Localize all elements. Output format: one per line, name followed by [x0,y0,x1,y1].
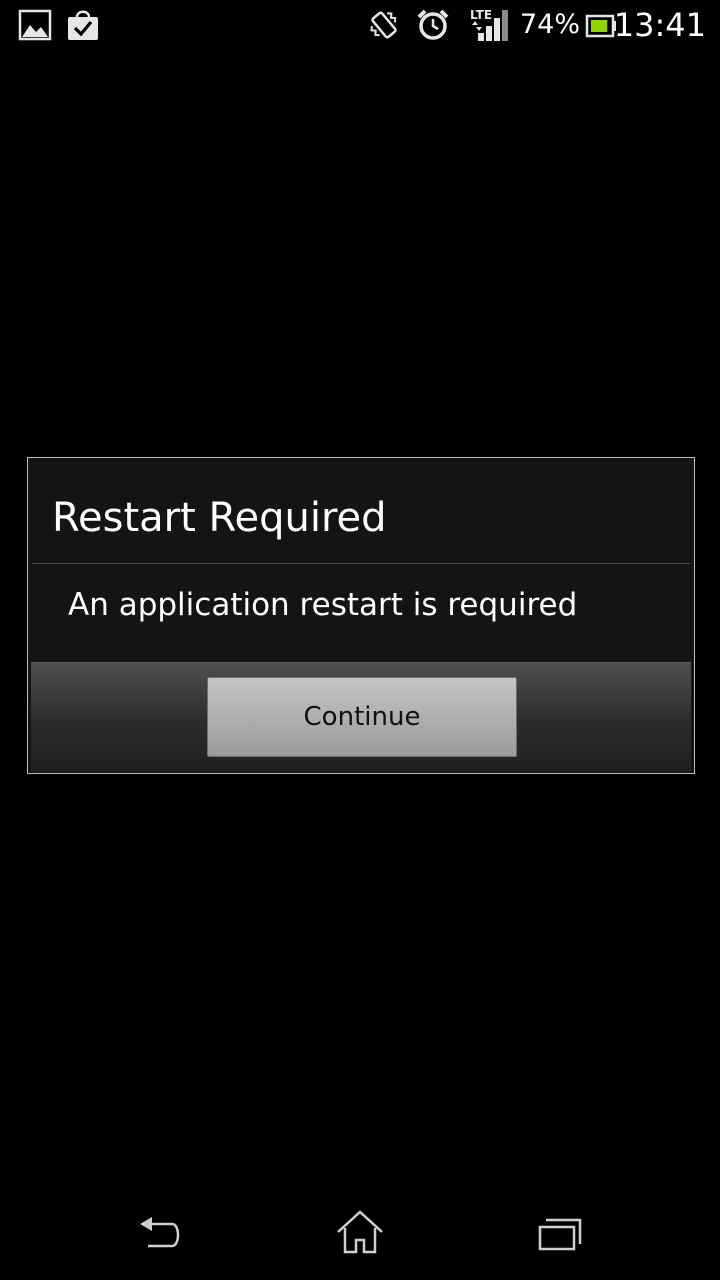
navigation-bar [0,1190,720,1280]
vibrate-icon [370,11,397,39]
recent-apps-icon [538,1218,582,1251]
play-store-icon [68,10,98,40]
gallery-icon [18,9,52,41]
screen: LTE 74% 13:41 Restart Required An applic… [0,0,720,1280]
status-bar: LTE 74% 13:41 [0,0,720,50]
continue-button[interactable]: Continue [207,677,517,757]
alarm-clock-icon [417,9,449,40]
dialog-divider [32,563,690,564]
dialog-button-bar: Continue [31,662,691,772]
back-button[interactable] [130,1202,190,1262]
dialog-title: Restart Required [52,495,387,541]
restart-dialog: Restart Required An application restart … [27,457,695,774]
lte-signal-icon: LTE [466,8,512,42]
back-icon [140,1217,180,1248]
dialog-message: An application restart is required [68,587,578,623]
battery-fill [591,20,608,32]
battery-percent: 74% [520,9,581,40]
home-icon [337,1210,383,1254]
recent-apps-button[interactable] [530,1202,590,1262]
home-button[interactable] [330,1202,390,1262]
clock: 13:41 [613,6,706,44]
